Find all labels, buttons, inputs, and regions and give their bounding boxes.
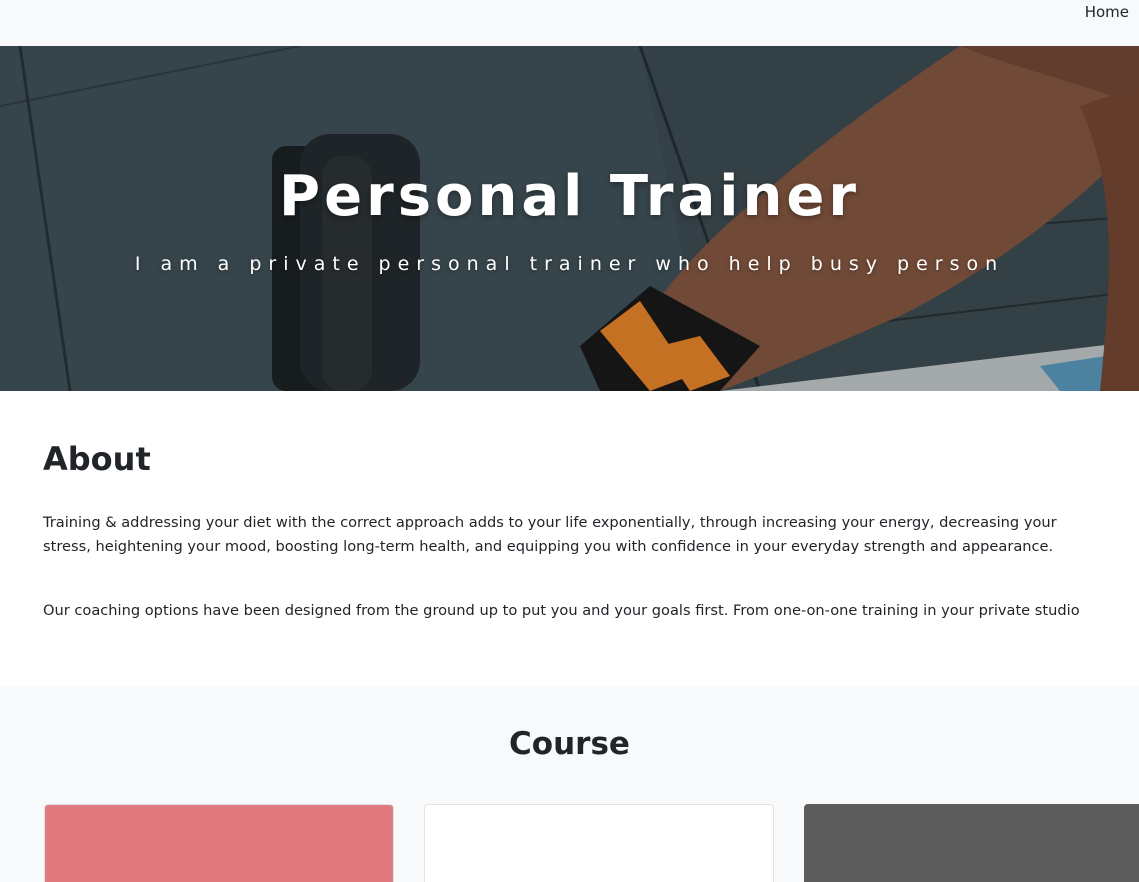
nav-home-link[interactable]: Home: [1085, 3, 1129, 21]
course-card[interactable]: [804, 804, 1139, 882]
course-title: Course: [509, 726, 630, 762]
hero-subtitle: I am a private personal trainer who help…: [134, 253, 1005, 275]
hero-banner: Personal Trainer I am a private personal…: [0, 46, 1139, 391]
course-card[interactable]: [424, 804, 774, 882]
navbar: Home: [0, 0, 1139, 46]
about-title: About: [43, 440, 151, 478]
about-paragraph-1: Training & addressing your diet with the…: [43, 514, 1057, 555]
course-card[interactable]: [44, 804, 394, 882]
about-paragraph-2: Our coaching options have been designed …: [43, 602, 1080, 619]
course-section: Course: [0, 686, 1139, 882]
hero-title: Personal Trainer: [279, 164, 860, 229]
about-section: About Training & addressing your diet wi…: [0, 391, 1139, 686]
